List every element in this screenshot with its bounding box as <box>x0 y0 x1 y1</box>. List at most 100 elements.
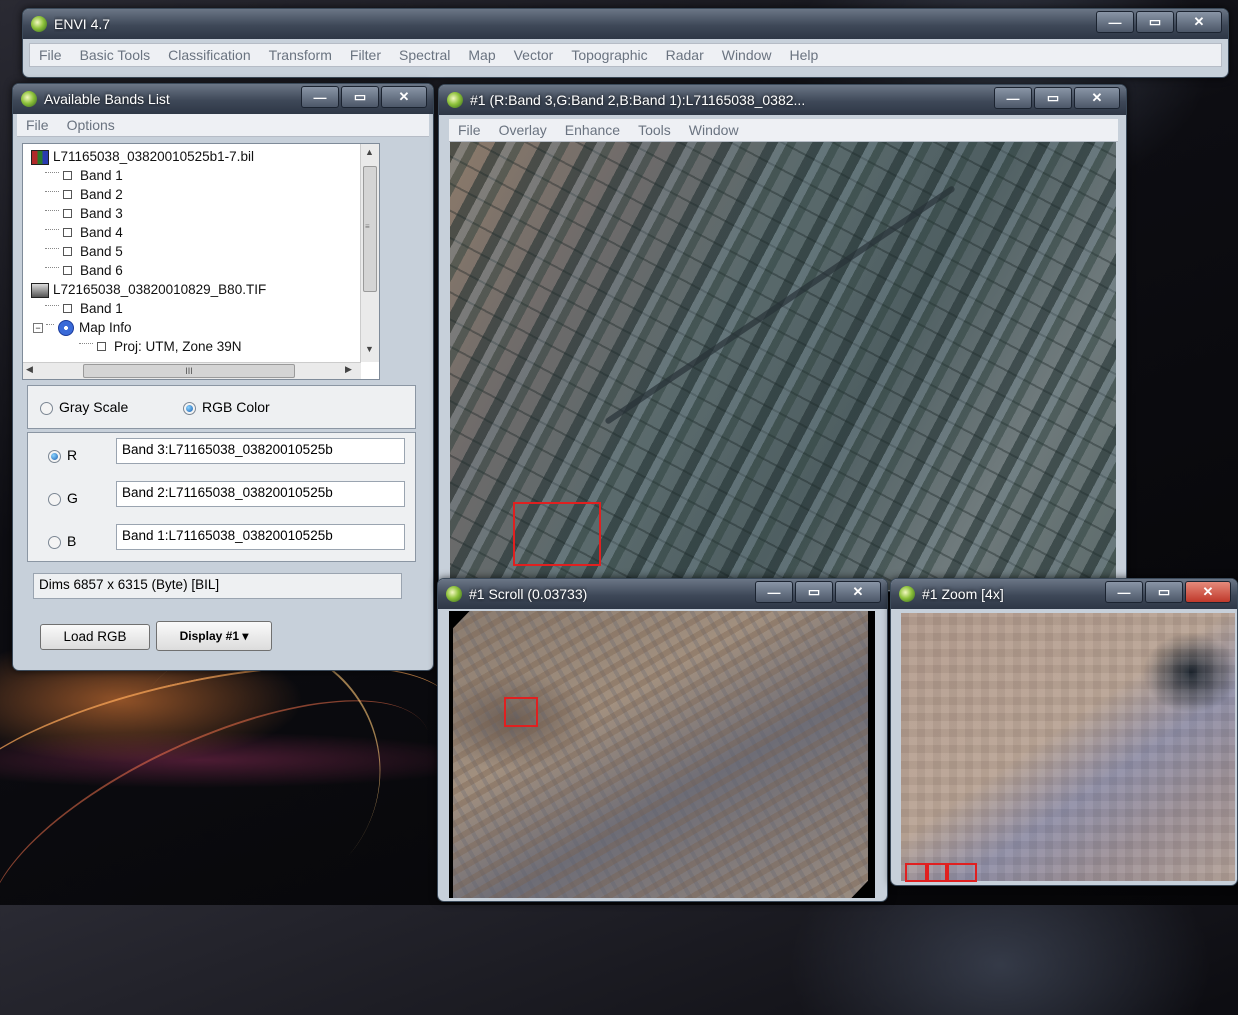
gray-scale-option[interactable]: Gray Scale <box>40 399 128 415</box>
menu-basic-tools[interactable]: Basic Tools <box>71 47 160 63</box>
close-button[interactable]: ✕ <box>1176 11 1222 33</box>
zoom-window-titlebar[interactable]: #1 Zoom [4x] — ▭ ✕ <box>891 579 1237 609</box>
red-channel-option[interactable]: R <box>48 447 77 463</box>
tree-horizontal-scrollbar[interactable]: ◀ III ▶ <box>23 362 361 379</box>
minimize-button[interactable]: — <box>1105 581 1143 603</box>
window-title: ENVI 4.7 <box>54 16 111 32</box>
minimize-button[interactable]: — <box>755 581 793 603</box>
scroll-thumb[interactable]: III <box>83 364 295 378</box>
envi-main-window: ENVI 4.7 — ▭ ✕ File Basic Tools Classifi… <box>22 8 1229 78</box>
tree-file-node[interactable]: L72165038_03820010829_B80.TIF <box>31 280 266 299</box>
satellite-image-canvas[interactable] <box>450 142 1116 590</box>
close-button[interactable]: ✕ <box>1074 87 1120 109</box>
dims-readout: Dims 6857 x 6315 (Byte) [BIL] <box>33 573 402 599</box>
display-select-button[interactable]: Display #1 ▾ <box>156 621 272 651</box>
envi-globe-icon <box>899 586 915 602</box>
scroll-up-arrow-icon[interactable]: ▲ <box>365 147 374 157</box>
blue-channel-option[interactable]: B <box>48 533 76 549</box>
tree-band-item[interactable]: Band 6 <box>45 261 123 280</box>
close-button[interactable]: ✕ <box>835 581 881 603</box>
tree-band-item[interactable]: Band 2 <box>45 185 123 204</box>
scroll-left-arrow-icon[interactable]: ◀ <box>26 364 33 375</box>
zoom-region-box[interactable] <box>513 502 601 566</box>
menu-map[interactable]: Map <box>459 47 504 63</box>
minimize-button[interactable]: — <box>1096 11 1134 33</box>
tree-mapinfo-node[interactable]: − Map Info <box>33 318 132 337</box>
gray-scale-radio[interactable] <box>40 401 53 415</box>
collapse-icon: − <box>33 323 43 334</box>
zoom-window: #1 Zoom [4x] — ▭ ✕ <box>890 578 1238 886</box>
scroll-region-box[interactable] <box>504 697 538 727</box>
rgb-color-radio[interactable] <box>183 401 196 415</box>
envi-globe-icon <box>446 586 462 602</box>
tree-band-item[interactable]: Band 4 <box>45 223 123 242</box>
blue-radio[interactable] <box>48 535 61 549</box>
scroll-image <box>453 611 868 898</box>
chevron-down-icon: ▾ <box>242 629 249 643</box>
image-window-titlebar[interactable]: #1 (R:Band 3,G:Band 2,B:Band 1):L7116503… <box>439 85 1126 115</box>
maximize-button[interactable]: ▭ <box>341 86 379 108</box>
blue-band-field[interactable]: Band 1:L71165038_03820010525b <box>116 524 405 550</box>
green-channel-option[interactable]: G <box>48 490 78 506</box>
envi-globe-icon <box>21 91 37 107</box>
bands-list-titlebar[interactable]: Available Bands List — ▭ ✕ <box>13 84 433 114</box>
envi-globe-icon <box>447 92 463 108</box>
scroll-canvas[interactable] <box>449 611 875 898</box>
tree-proj-item[interactable]: Proj: UTM, Zone 39N <box>79 337 242 356</box>
rgb-color-option[interactable]: RGB Color <box>183 399 270 415</box>
menu-file[interactable]: File <box>17 117 58 133</box>
menu-tools[interactable]: Tools <box>629 122 680 138</box>
red-band-field[interactable]: Band 3:L71165038_03820010525b <box>116 438 405 464</box>
grip-icon: ≡ <box>365 222 370 231</box>
menu-vector[interactable]: Vector <box>505 47 563 63</box>
menu-overlay[interactable]: Overlay <box>490 122 556 138</box>
rgb-band-group: R Band 3:L71165038_03820010525b G Band 2… <box>27 432 416 562</box>
scroll-right-arrow-icon[interactable]: ▶ <box>345 364 352 375</box>
maximize-button[interactable]: ▭ <box>1034 87 1072 109</box>
scroll-window-titlebar[interactable]: #1 Scroll (0.03733) — ▭ ✕ <box>438 579 887 609</box>
tree-band-item[interactable]: Band 1 <box>45 299 123 318</box>
window-title: #1 Scroll (0.03733) <box>469 586 588 602</box>
river-feature <box>604 185 956 425</box>
menu-enhance[interactable]: Enhance <box>556 122 629 138</box>
menu-filter[interactable]: Filter <box>341 47 390 63</box>
raster-file-icon <box>31 149 49 165</box>
tree-vertical-scrollbar[interactable]: ▲ ≡ ▼ <box>360 144 379 362</box>
maximize-button[interactable]: ▭ <box>1145 581 1183 603</box>
minimize-button[interactable]: — <box>994 87 1032 109</box>
tree-band-item[interactable]: Band 3 <box>45 204 123 223</box>
menu-topographic[interactable]: Topographic <box>562 47 656 63</box>
menu-radar[interactable]: Radar <box>657 47 713 63</box>
menu-file[interactable]: File <box>30 47 71 63</box>
image-display-window: #1 (R:Band 3,G:Band 2,B:Band 1):L7116503… <box>438 84 1127 592</box>
tree-file-node[interactable]: L71165038_03820010525b1-7.bil <box>31 147 254 166</box>
green-band-field[interactable]: Band 2:L71165038_03820010525b <box>116 481 405 507</box>
zoom-control-box[interactable] <box>945 863 977 882</box>
menu-window[interactable]: Window <box>713 47 781 63</box>
scroll-down-arrow-icon[interactable]: ▼ <box>365 344 374 354</box>
menu-file[interactable]: File <box>449 122 490 138</box>
red-radio[interactable] <box>48 449 61 463</box>
green-radio[interactable] <box>48 492 61 506</box>
close-button[interactable]: ✕ <box>381 86 427 108</box>
close-button[interactable]: ✕ <box>1185 581 1231 603</box>
tree-band-item[interactable]: Band 1 <box>45 166 123 185</box>
window-title: #1 (R:Band 3,G:Band 2,B:Band 1):L7116503… <box>470 92 806 108</box>
envi-globe-icon <box>31 16 47 32</box>
zoom-canvas[interactable] <box>901 613 1235 882</box>
menu-transform[interactable]: Transform <box>260 47 341 63</box>
window-title: Available Bands List <box>44 91 170 107</box>
maximize-button[interactable]: ▭ <box>1136 11 1174 33</box>
envi-main-titlebar[interactable]: ENVI 4.7 — ▭ ✕ <box>23 9 1228 39</box>
bands-list-menubar: File Options <box>17 114 429 137</box>
load-rgb-button[interactable]: Load RGB <box>40 624 150 650</box>
menu-options[interactable]: Options <box>58 117 124 133</box>
main-menubar: File Basic Tools Classification Transfor… <box>29 43 1222 67</box>
tree-band-item[interactable]: Band 5 <box>45 242 123 261</box>
menu-help[interactable]: Help <box>781 47 828 63</box>
menu-window[interactable]: Window <box>680 122 748 138</box>
menu-spectral[interactable]: Spectral <box>390 47 459 63</box>
minimize-button[interactable]: — <box>301 86 339 108</box>
menu-classification[interactable]: Classification <box>159 47 259 63</box>
maximize-button[interactable]: ▭ <box>795 581 833 603</box>
